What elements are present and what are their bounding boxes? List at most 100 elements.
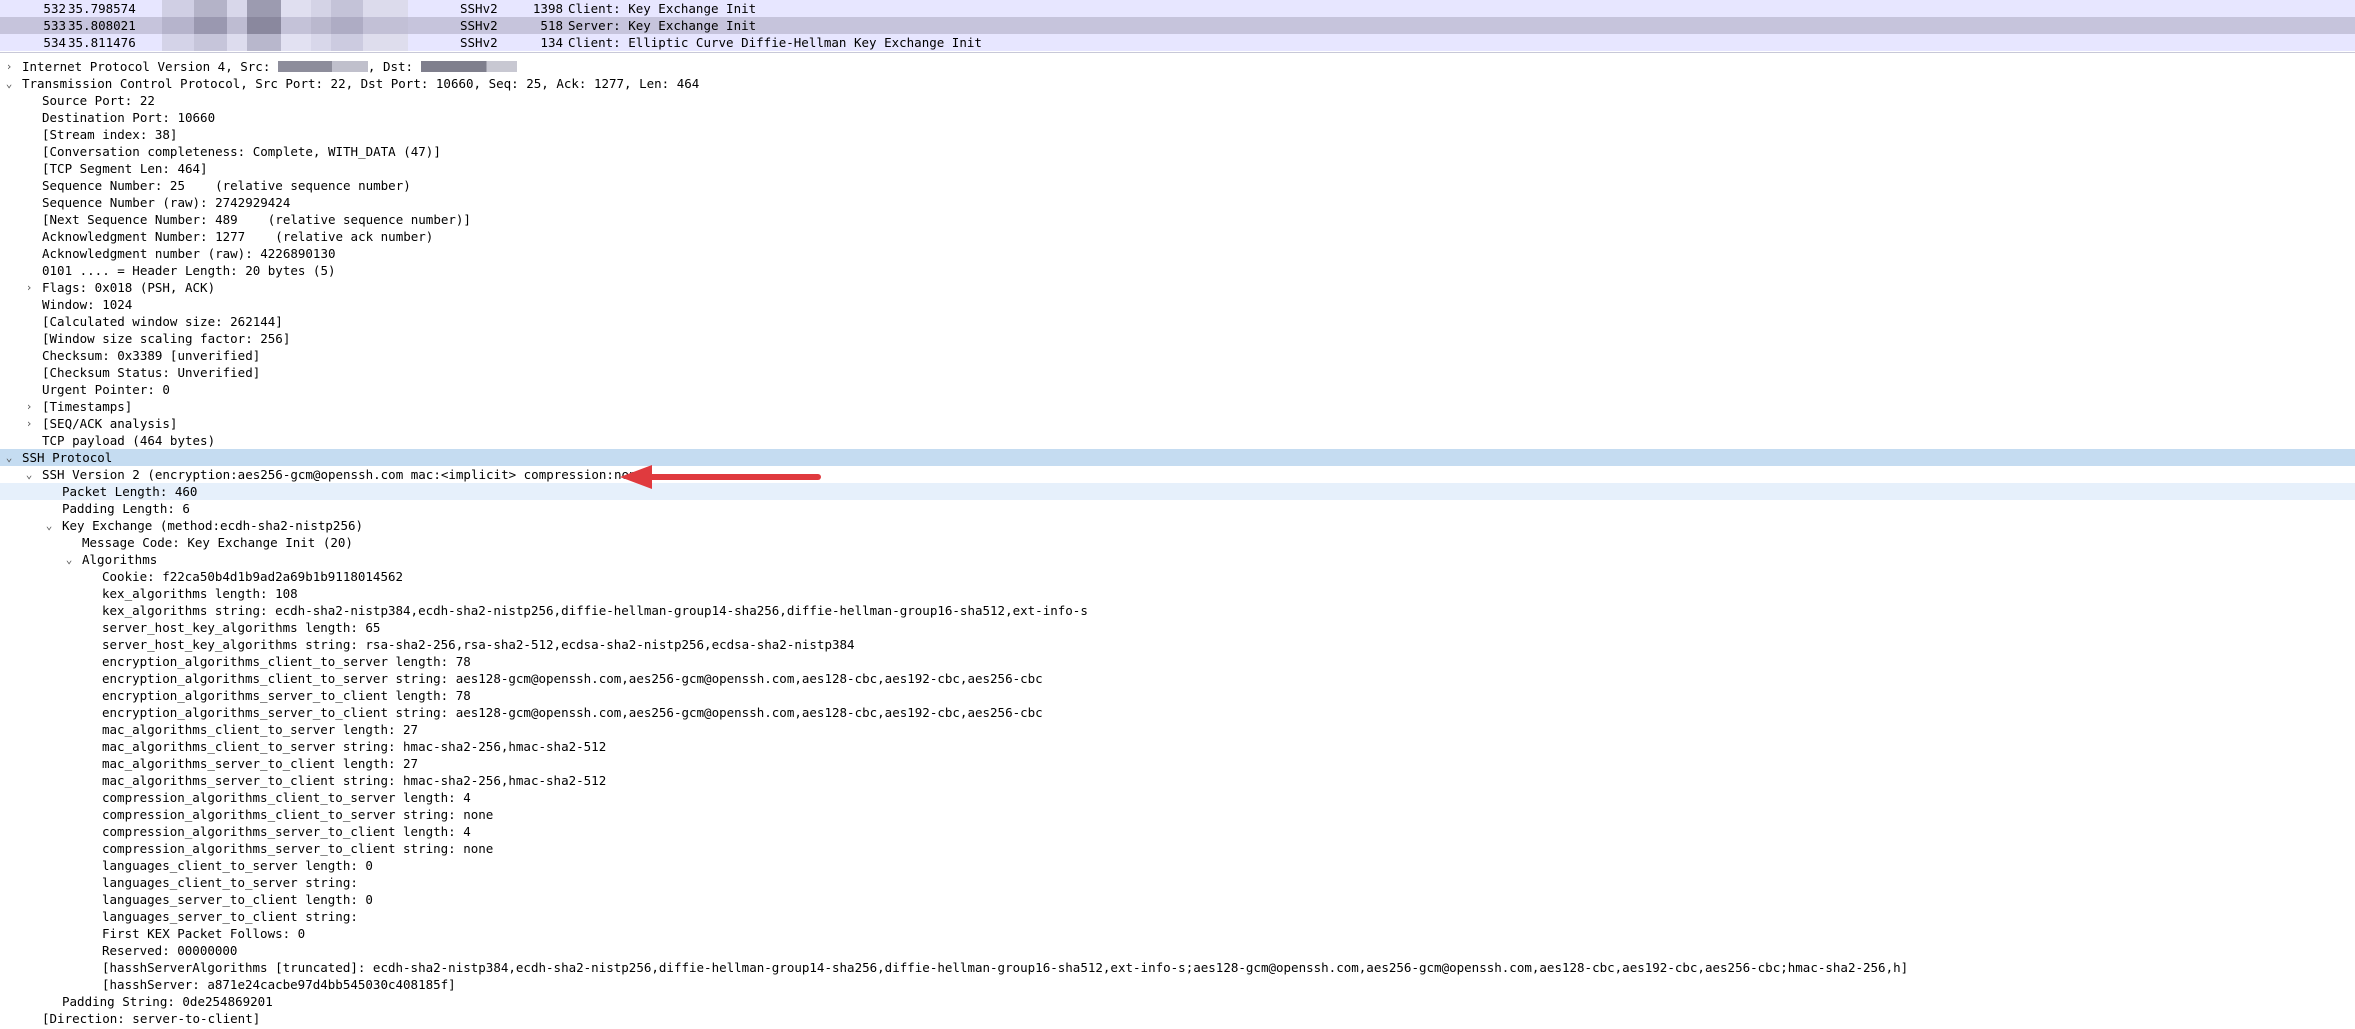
tree-row-label: compression_algorithms_server_to_client … <box>102 841 494 856</box>
tree-row[interactable]: Acknowledgment number (raw): 4226890130 <box>0 245 2355 262</box>
tree-row[interactable]: encryption_algorithms_client_to_server l… <box>0 653 2355 670</box>
tree-row[interactable]: languages_server_to_client length: 0 <box>0 891 2355 908</box>
tree-row[interactable]: mac_algorithms_server_to_client length: … <box>0 755 2355 772</box>
packet-time: 35.811476 <box>68 35 136 50</box>
tree-row[interactable]: [Stream index: 38] <box>0 126 2355 143</box>
tree-row[interactable]: ⌄ SSH Protocol <box>0 449 2355 466</box>
tree-row[interactable]: Sequence Number: 25 (relative sequence n… <box>0 177 2355 194</box>
tree-row-label: Sequence Number (raw): 2742929424 <box>42 195 291 210</box>
chevron-right-icon[interactable]: › <box>24 279 34 296</box>
tree-row-label: server_host_key_algorithms length: 65 <box>102 620 381 635</box>
tree-row[interactable]: mac_algorithms_server_to_client string: … <box>0 772 2355 789</box>
chevron-right-icon[interactable]: › <box>24 415 34 432</box>
tree-row-ip[interactable]: › Internet Protocol Version 4, Src: , Ds… <box>0 58 2355 75</box>
tree-row-label: encryption_algorithms_client_to_server s… <box>102 671 1043 686</box>
packet-protocol: SSHv2 <box>460 18 498 33</box>
tree-row[interactable]: Cookie: f22ca50b4d1b9ad2a69b1b9118014562 <box>0 568 2355 585</box>
tree-row[interactable]: ⌄ Key Exchange (method:ecdh-sha2-nistp256… <box>0 517 2355 534</box>
tree-row-label: Key Exchange (method:ecdh-sha2-nistp256) <box>62 518 364 533</box>
tree-row-label: [Timestamps] <box>42 399 133 414</box>
chevron-down-icon[interactable]: ⌄ <box>4 449 14 466</box>
tree-row[interactable]: server_host_key_algorithms string: rsa-s… <box>0 636 2355 653</box>
chevron-down-icon[interactable]: ⌄ <box>64 551 74 568</box>
tree-row[interactable]: 0101 .... = Header Length: 20 bytes (5) <box>0 262 2355 279</box>
tree-row-label: compression_algorithms_server_to_client … <box>102 824 471 839</box>
tree-row-label: encryption_algorithms_client_to_server l… <box>102 654 471 669</box>
chevron-down-icon[interactable]: ⌄ <box>44 517 54 534</box>
tree-row-label: mac_algorithms_server_to_client length: … <box>102 756 419 771</box>
tree-row[interactable]: encryption_algorithms_client_to_server s… <box>0 670 2355 687</box>
tree-row[interactable]: [Window size scaling factor: 256] <box>0 330 2355 347</box>
tree-row-label: [Direction: server-to-client] <box>42 1011 261 1026</box>
tree-row[interactable]: kex_algorithms string: ecdh-sha2-nistp38… <box>0 602 2355 619</box>
chevron-down-icon[interactable]: ⌄ <box>4 75 14 92</box>
tree-row[interactable]: › Flags: 0x018 (PSH, ACK) <box>0 279 2355 296</box>
tree-row-label: kex_algorithms length: 108 <box>102 586 298 601</box>
tree-row[interactable]: ⌄ SSH Version 2 (encryption:aes256-gcm@op… <box>0 466 2355 483</box>
red-arrow-annotation <box>620 465 821 489</box>
tree-row[interactable]: ⌄ Algorithms <box>0 551 2355 568</box>
tree-row[interactable]: Packet Length: 460 <box>0 483 2355 500</box>
tree-row[interactable]: [Checksum Status: Unverified] <box>0 364 2355 381</box>
tree-row-label: Sequence Number: 25 (relative sequence n… <box>42 178 411 193</box>
tree-row[interactable]: Reserved: 00000000 <box>0 942 2355 959</box>
packet-row[interactable]: 534 35.811476 SSHv2 134 Client: Elliptic… <box>0 34 2355 51</box>
tree-row-label: kex_algorithms string: ecdh-sha2-nistp38… <box>102 603 1088 618</box>
tree-row-label: TCP payload (464 bytes) <box>42 433 216 448</box>
chevron-down-icon[interactable]: ⌄ <box>24 466 34 483</box>
tree-row[interactable]: [Conversation completeness: Complete, WI… <box>0 143 2355 160</box>
tree-row[interactable]: Padding String: 0de254869201 <box>0 993 2355 1010</box>
chevron-right-icon[interactable]: › <box>4 58 14 75</box>
packet-protocol: SSHv2 <box>460 1 498 16</box>
tree-row[interactable]: Sequence Number (raw): 2742929424 <box>0 194 2355 211</box>
packet-row-selected[interactable]: 533 35.808021 SSHv2 518 Server: Key Exch… <box>0 17 2355 34</box>
tree-row[interactable]: Checksum: 0x3389 [unverified] <box>0 347 2355 364</box>
tree-row[interactable]: mac_algorithms_client_to_server length: … <box>0 721 2355 738</box>
tree-row[interactable]: [Calculated window size: 262144] <box>0 313 2355 330</box>
tree-row-label: 0101 .... = Header Length: 20 bytes (5) <box>42 263 336 278</box>
tree-row[interactable]: [hasshServer: a871e24cacbe97d4bb545030c4… <box>0 976 2355 993</box>
redacted-address <box>162 17 408 34</box>
packet-info: Server: Key Exchange Init <box>568 18 757 33</box>
tree-row[interactable]: Destination Port: 10660 <box>0 109 2355 126</box>
tree-row[interactable]: languages_client_to_server length: 0 <box>0 857 2355 874</box>
tree-row[interactable]: First KEX Packet Follows: 0 <box>0 925 2355 942</box>
tree-row[interactable]: Window: 1024 <box>0 296 2355 313</box>
chevron-right-icon[interactable]: › <box>24 398 34 415</box>
ip-label: Internet Protocol Version 4, Src: <box>22 59 271 74</box>
tree-row[interactable]: compression_algorithms_server_to_client … <box>0 840 2355 857</box>
tree-row[interactable]: compression_algorithms_client_to_server … <box>0 789 2355 806</box>
tree-row[interactable]: languages_server_to_client string: <box>0 908 2355 925</box>
packet-row[interactable]: 532 35.798574 SSHv2 1398 Client: Key Exc… <box>0 0 2355 17</box>
packet-time: 35.798574 <box>68 1 136 16</box>
tree-row[interactable]: Source Port: 22 <box>0 92 2355 109</box>
tree-row[interactable]: [hasshServerAlgorithms [truncated]: ecdh… <box>0 959 2355 976</box>
tree-row[interactable]: mac_algorithms_client_to_server string: … <box>0 738 2355 755</box>
tree-row[interactable]: Urgent Pointer: 0 <box>0 381 2355 398</box>
tree-row[interactable]: [TCP Segment Len: 464] <box>0 160 2355 177</box>
tree-row[interactable]: server_host_key_algorithms length: 65 <box>0 619 2355 636</box>
tree-row[interactable]: compression_algorithms_client_to_server … <box>0 806 2355 823</box>
ip-dst-label: , Dst: <box>367 59 414 74</box>
redacted-address <box>162 0 408 17</box>
tree-row[interactable]: [Direction: server-to-client] <box>0 1010 2355 1027</box>
packet-length: 1398 <box>532 1 563 16</box>
tree-row-label: Transmission Control Protocol, Src Port:… <box>22 76 700 91</box>
tree-row[interactable]: ⌄ Transmission Control Protocol, Src Port… <box>0 75 2355 92</box>
tree-row[interactable]: Message Code: Key Exchange Init (20) <box>0 534 2355 551</box>
tree-row[interactable]: Padding Length: 6 <box>0 500 2355 517</box>
packet-number: 532 <box>43 1 66 16</box>
tree-row-label: mac_algorithms_client_to_server string: … <box>102 739 607 754</box>
tree-row[interactable]: › [SEQ/ACK analysis] <box>0 415 2355 432</box>
tree-row[interactable]: kex_algorithms length: 108 <box>0 585 2355 602</box>
tree-row[interactable]: languages_client_to_server string: <box>0 874 2355 891</box>
tree-row-label: First KEX Packet Follows: 0 <box>102 926 306 941</box>
tree-row-label: Message Code: Key Exchange Init (20) <box>82 535 353 550</box>
tree-row[interactable]: › [Timestamps] <box>0 398 2355 415</box>
tree-row[interactable]: encryption_algorithms_server_to_client l… <box>0 687 2355 704</box>
tree-row[interactable]: Acknowledgment Number: 1277 (relative ac… <box>0 228 2355 245</box>
tree-row[interactable]: encryption_algorithms_server_to_client s… <box>0 704 2355 721</box>
tree-row[interactable]: TCP payload (464 bytes) <box>0 432 2355 449</box>
tree-row[interactable]: [Next Sequence Number: 489 (relative seq… <box>0 211 2355 228</box>
tree-row[interactable]: compression_algorithms_server_to_client … <box>0 823 2355 840</box>
